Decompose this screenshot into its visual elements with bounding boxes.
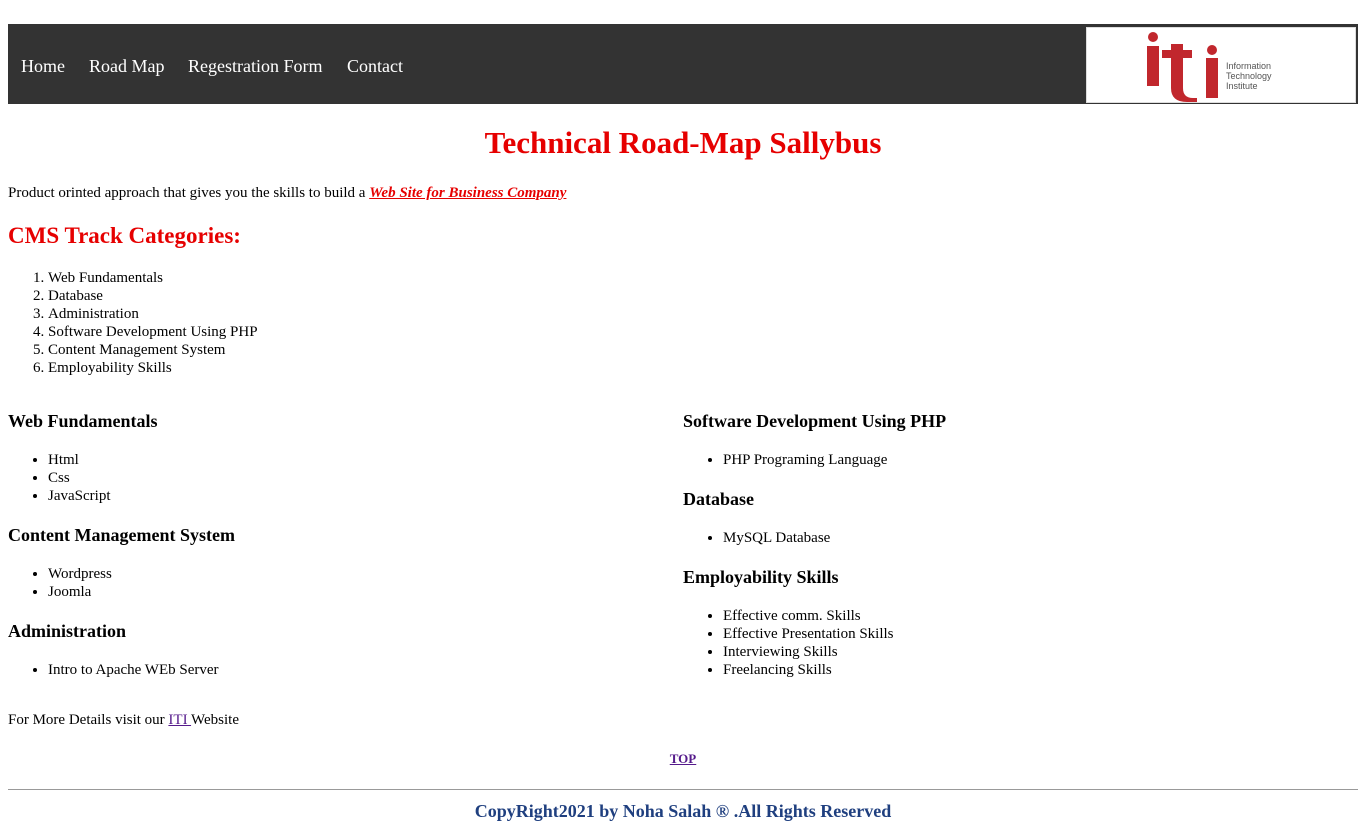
left-column: Web Fundamentals Html Css JavaScript Con…	[8, 411, 668, 699]
top-link-wrapper: TOP	[0, 751, 1366, 766]
more-prefix: For More Details visit our	[8, 712, 169, 728]
list-item: Effective comm. Skills	[723, 607, 1343, 625]
footer-copyright: CopyRight2021 by Noha Salah ® .All Right…	[474, 801, 892, 821]
more-details: For More Details visit our ITI Website	[8, 711, 239, 729]
list-item: Administration	[48, 305, 258, 323]
intro-link[interactable]: Web Site for Business Company	[369, 185, 566, 201]
employability-heading: Employability Skills	[683, 567, 839, 587]
nav-registration-link[interactable]: Regestration Form	[188, 56, 322, 76]
nav-contact-link[interactable]: Contact	[347, 56, 403, 76]
iti-website-link[interactable]: ITI	[168, 712, 191, 728]
administration-heading: Administration	[8, 621, 127, 641]
web-fundamentals-list: Html Css JavaScript	[8, 451, 668, 505]
list-item: Freelancing Skills	[723, 661, 1343, 679]
intro-paragraph: Product orinted approach that gives you …	[8, 184, 566, 202]
list-item: Joomla	[48, 583, 668, 601]
cms-heading: Content Management System	[8, 525, 235, 545]
right-column: Software Development Using PHP PHP Progr…	[683, 411, 1343, 699]
more-suffix: Website	[191, 712, 239, 728]
logo-line-3: Institute	[1226, 81, 1258, 91]
list-item: Effective Presentation Skills	[723, 625, 1343, 643]
logo-text: Information Technology Institute	[1226, 61, 1272, 91]
intro-text: Product orinted approach that gives you …	[8, 185, 370, 201]
list-item: Database	[48, 287, 258, 305]
list-item: Software Development Using PHP	[48, 323, 258, 341]
iti-logo-mark	[1147, 32, 1218, 102]
page-title: Technical Road-Map Sallybus	[484, 125, 882, 160]
top-nav-bar: Home Road Map Regestration Form Contact …	[8, 24, 1358, 104]
back-to-top-link[interactable]: TOP	[670, 751, 697, 766]
logo-line-1: Information	[1226, 61, 1272, 71]
footer-divider	[8, 789, 1358, 790]
list-item: Employability Skills	[48, 359, 258, 377]
administration-list: Intro to Apache WEb Server	[8, 661, 668, 679]
list-item: PHP Programing Language	[723, 451, 1343, 469]
cms-list: Wordpress Joomla	[8, 565, 668, 601]
web-fundamentals-heading: Web Fundamentals	[8, 411, 158, 431]
nav-home-link[interactable]: Home	[21, 56, 65, 76]
iti-logo: Information Technology Institute	[1086, 27, 1356, 103]
database-heading: Database	[683, 489, 754, 509]
cms-categories-heading: CMS Track Categories:	[8, 223, 241, 248]
logo-line-2: Technology	[1226, 71, 1272, 81]
cms-categories-list: Web Fundamentals Database Administration…	[8, 269, 258, 377]
list-item: MySQL Database	[723, 529, 1343, 547]
database-list: MySQL Database	[683, 529, 1343, 547]
list-item: Css	[48, 469, 668, 487]
php-list: PHP Programing Language	[683, 451, 1343, 469]
php-heading: Software Development Using PHP	[683, 411, 947, 431]
list-item: Wordpress	[48, 565, 668, 583]
list-item: JavaScript	[48, 487, 668, 505]
nav-roadmap-link[interactable]: Road Map	[89, 56, 165, 76]
list-item: Web Fundamentals	[48, 269, 258, 287]
list-item: Interviewing Skills	[723, 643, 1343, 661]
list-item: Content Management System	[48, 341, 258, 359]
employability-list: Effective comm. Skills Effective Present…	[683, 607, 1343, 679]
list-item: Html	[48, 451, 668, 469]
list-item: Intro to Apache WEb Server	[48, 661, 668, 679]
